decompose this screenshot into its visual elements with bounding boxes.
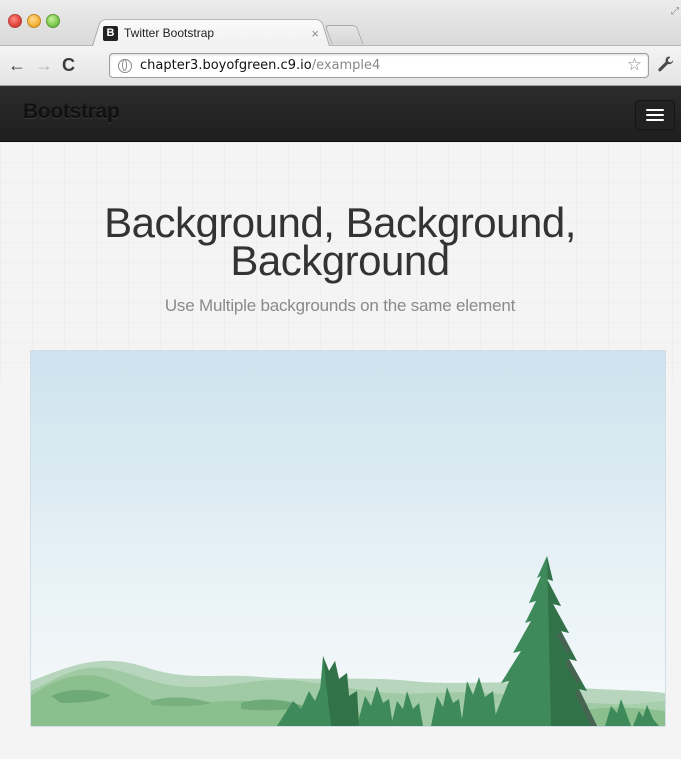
page-title: Background, Background, Background	[40, 202, 640, 284]
hamburger-menu-icon[interactable]	[635, 100, 675, 130]
navbar-brand[interactable]: Bootstrap	[23, 100, 120, 124]
bootstrap-favicon-icon: B	[103, 25, 118, 41]
globe-icon	[118, 58, 132, 73]
url-path: /example4	[311, 58, 381, 73]
minimize-window-icon[interactable]	[27, 14, 41, 28]
address-bar[interactable]: chapter3.boyofgreen.c9.io/example4 ☆	[109, 53, 649, 78]
fullscreen-icon[interactable]: ⤢	[671, 6, 679, 17]
menu-bar	[646, 119, 664, 121]
maximize-window-icon[interactable]	[46, 14, 60, 28]
close-window-icon[interactable]	[8, 14, 22, 28]
url-host: chapter3.boyofgreen.c9.io	[140, 58, 312, 73]
landscape-illustration	[31, 556, 665, 726]
browser-toolbar: ← → C chapter3.boyofgreen.c9.io/example4…	[0, 46, 681, 86]
page-subtitle: Use Multiple backgrounds on the same ele…	[164, 296, 516, 315]
page-title-line2: Background	[230, 237, 450, 284]
hero-image	[30, 350, 666, 727]
tab-content[interactable]: B Twitter Bootstrap ×	[103, 23, 323, 43]
new-tab-button[interactable]	[324, 25, 364, 44]
menu-bar	[646, 109, 664, 111]
reload-button[interactable]: C	[62, 55, 75, 75]
back-button[interactable]: ←	[8, 55, 26, 75]
tab-close-icon[interactable]: ×	[311, 26, 319, 41]
web-page: Bootstrap Background, Background, Backgr…	[0, 86, 681, 759]
menu-bar	[646, 114, 664, 116]
wrench-icon[interactable]	[657, 55, 675, 78]
forward-button[interactable]: →	[35, 55, 53, 75]
tab-title: Twitter Bootstrap	[124, 26, 215, 40]
bookmark-star-icon[interactable]: ☆	[627, 55, 642, 75]
navbar: Bootstrap	[0, 86, 681, 142]
